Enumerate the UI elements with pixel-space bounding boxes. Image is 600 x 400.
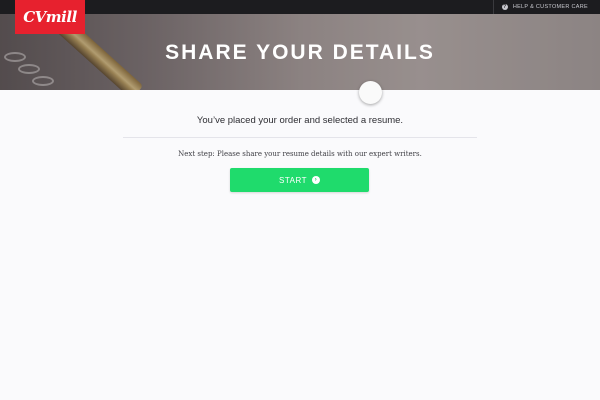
cvmill-logo[interactable]: CVmill <box>15 0 85 34</box>
progress-step-indicator <box>359 81 382 104</box>
logo-text: CVmill <box>23 8 77 26</box>
start-button[interactable]: START › <box>230 168 369 192</box>
help-customer-care-link[interactable]: ? HELP & CUSTOMER CARE <box>492 0 600 14</box>
help-label: HELP & CUSTOMER CARE <box>512 4 588 10</box>
order-confirmation-text: You’ve placed your order and selected a … <box>196 115 404 126</box>
divider <box>123 137 477 138</box>
arrow-right-circle-icon: › <box>311 176 320 184</box>
top-bar: ? HELP & CUSTOMER CARE <box>0 0 600 14</box>
next-step-text: Next step: Please share your resume deta… <box>178 150 422 158</box>
question-circle-icon: ? <box>501 4 508 10</box>
start-button-label: START <box>279 175 307 185</box>
page: ? HELP & CUSTOMER CARE SHARE YOUR DETAIL… <box>0 0 600 400</box>
page-title: SHARE YOUR DETAILS <box>165 41 435 64</box>
hero-banner: SHARE YOUR DETAILS <box>0 14 600 90</box>
